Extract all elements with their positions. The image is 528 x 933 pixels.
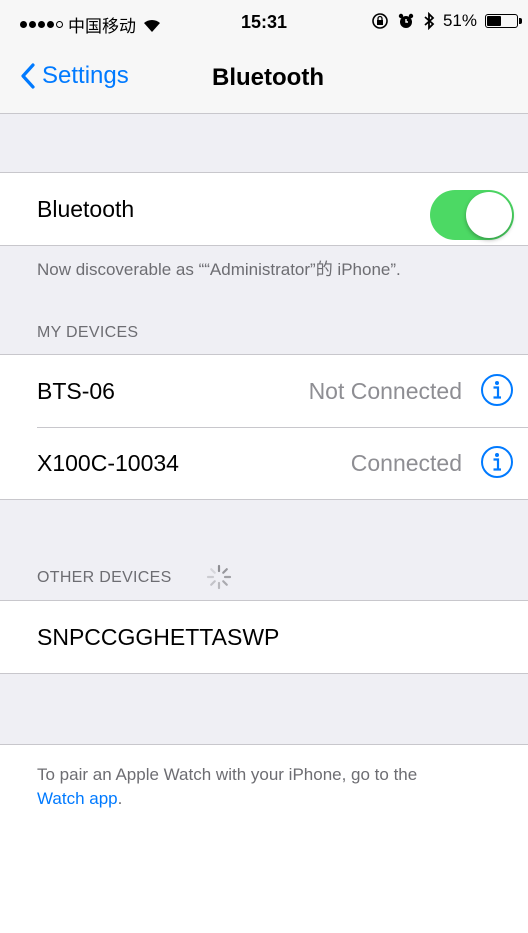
watch-note-end: . [117, 789, 123, 808]
toggle-knob [466, 192, 512, 238]
bluetooth-status-icon [424, 12, 435, 30]
watch-app-link[interactable]: Watch app [37, 789, 118, 808]
device-status: Connected [350, 449, 462, 476]
device-status: Not Connected [308, 377, 462, 404]
info-icon[interactable] [480, 445, 514, 479]
status-bar: 中国移动 15:31 51% [0, 0, 528, 40]
other-devices-header: OTHER DEVICES [37, 569, 172, 586]
device-name: X100C-10034 [37, 449, 179, 476]
back-button[interactable]: Settings [20, 62, 129, 90]
status-icons: 51% [371, 11, 522, 31]
device-row[interactable]: X100C-10034 Connected [0, 427, 528, 499]
bluetooth-toggle[interactable] [430, 190, 514, 240]
other-devices-section: SNPCCGGHETTASWP [0, 600, 528, 674]
alarm-icon [398, 13, 414, 28]
battery-percent: 51% [442, 11, 477, 30]
device-row[interactable]: BTS-06 Not Connected [0, 355, 528, 427]
navigation-bar: Settings Bluetooth [0, 40, 528, 114]
watch-note: To pair an Apple Watch with your iPhone,… [37, 763, 517, 811]
watch-section: To pair an Apple Watch with your iPhone,… [0, 744, 528, 933]
my-devices-section: BTS-06 Not Connected X100C-10034 Connect… [0, 354, 528, 500]
info-icon[interactable] [480, 373, 514, 407]
loading-spinner-icon [206, 564, 232, 590]
watch-note-text: To pair an Apple Watch with your iPhone,… [37, 765, 418, 784]
page-title: Bluetooth [212, 64, 324, 91]
orientation-lock-icon [372, 13, 388, 29]
device-name: SNPCCGGHETTASWP [37, 623, 280, 650]
chevron-left-icon [21, 63, 35, 89]
battery-icon [485, 14, 522, 28]
bluetooth-section: Bluetooth [0, 172, 528, 246]
device-row[interactable]: SNPCCGGHETTASWP [0, 601, 528, 673]
my-devices-header: MY DEVICES [37, 324, 139, 341]
bluetooth-label: Bluetooth [37, 195, 135, 222]
device-name: BTS-06 [37, 377, 115, 404]
discoverable-note: Now discoverable as ““Administrator”的 iP… [37, 260, 401, 279]
back-label: Settings [42, 62, 129, 89]
bluetooth-toggle-row: Bluetooth [0, 173, 528, 245]
